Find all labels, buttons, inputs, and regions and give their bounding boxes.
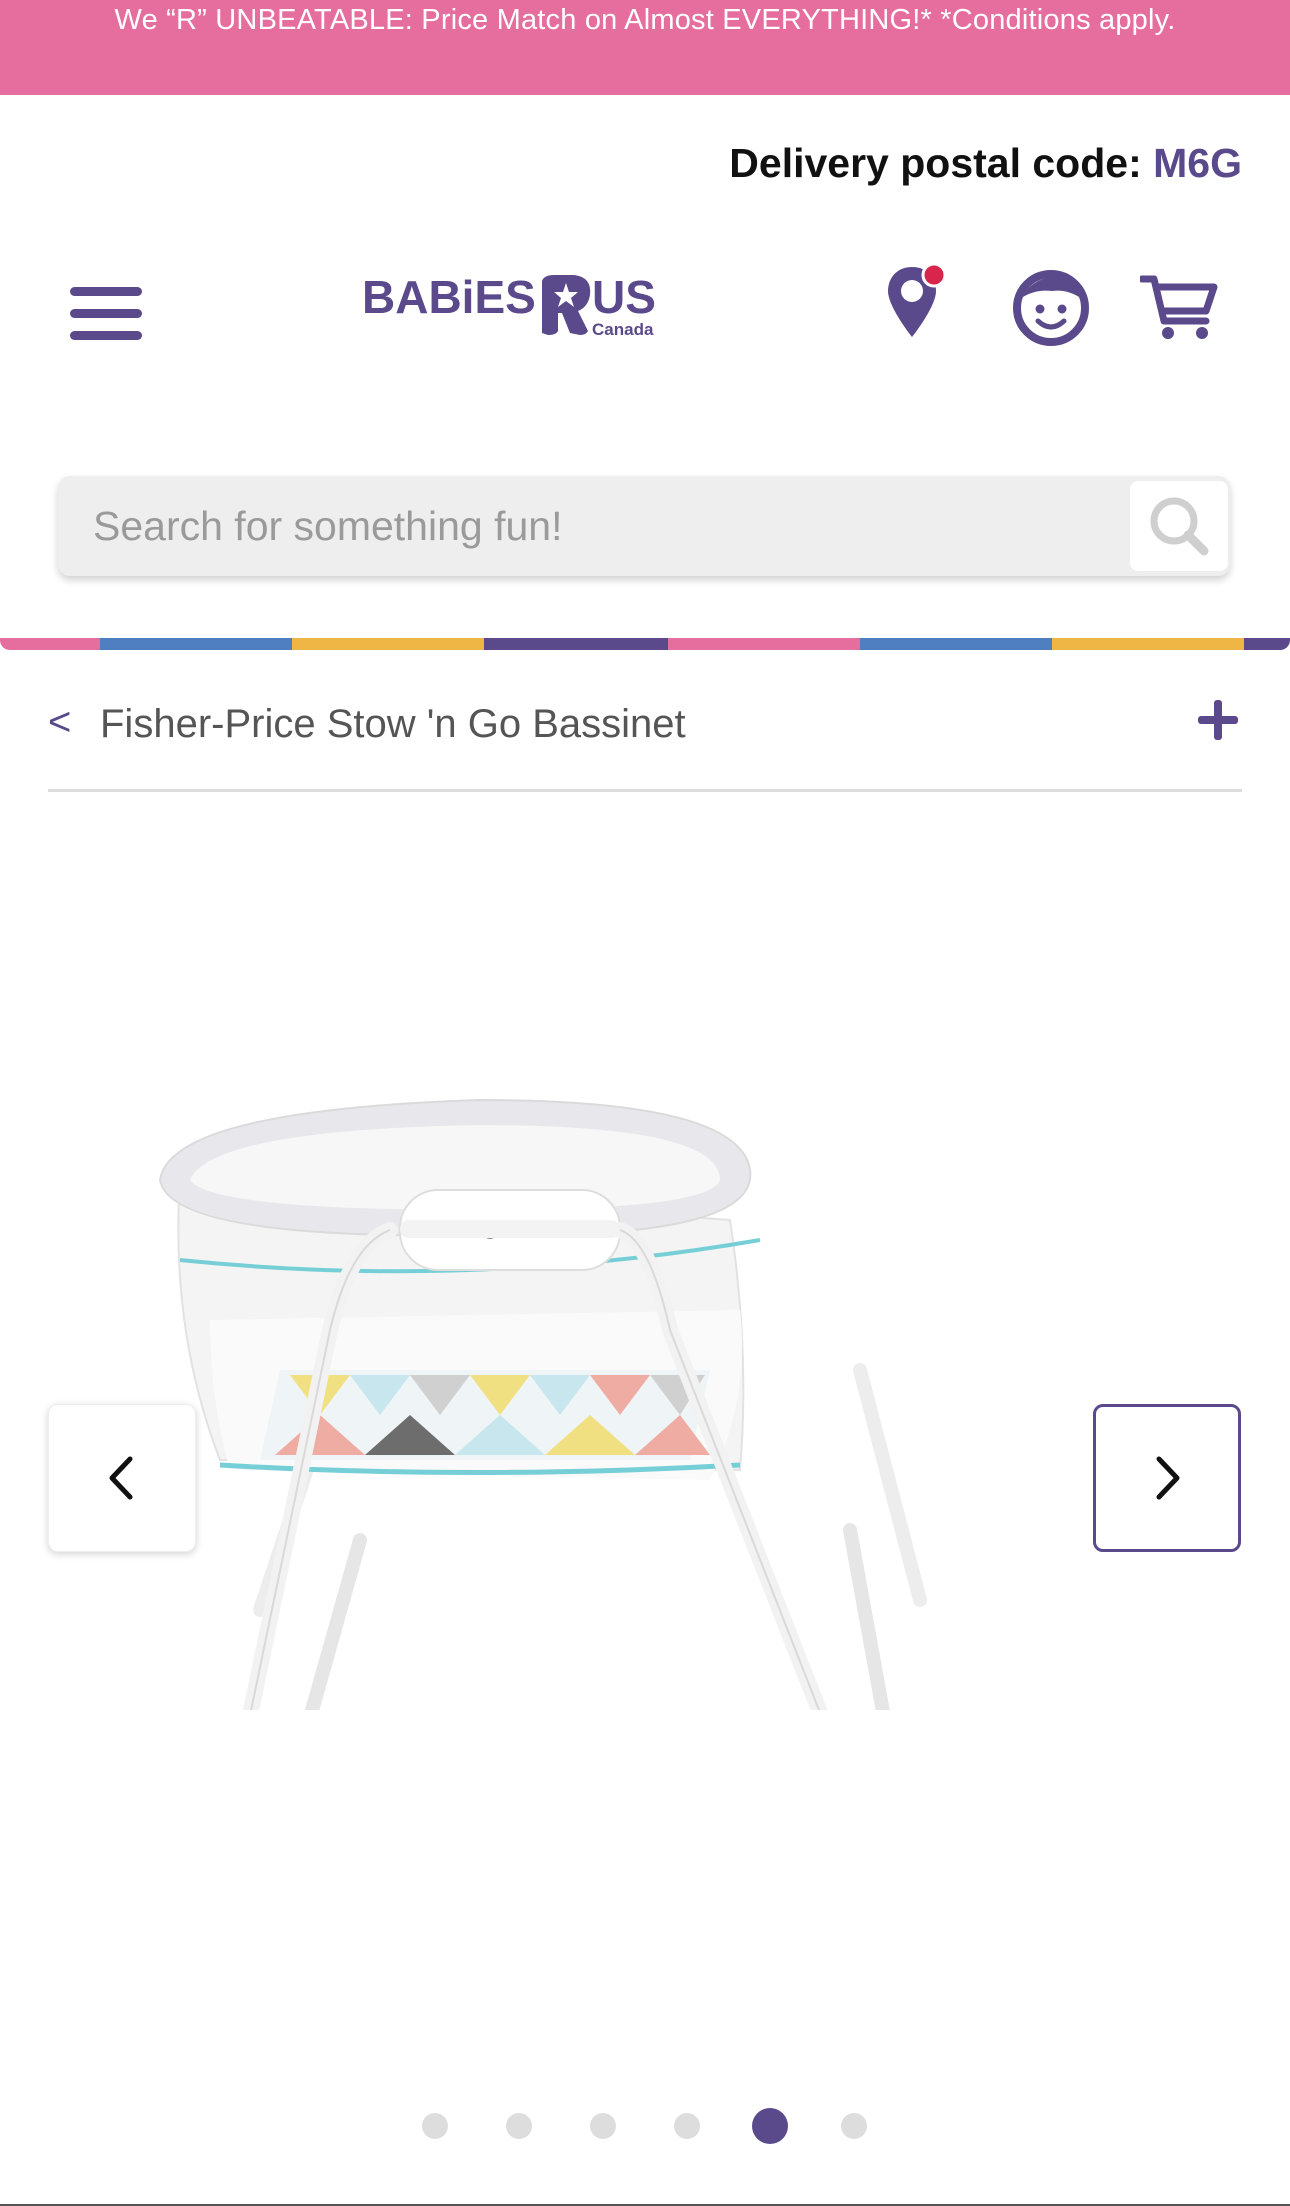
menu-button[interactable] — [70, 281, 146, 341]
stripe — [1244, 638, 1290, 650]
logo-text: BABiES — [362, 271, 536, 323]
search-bar — [58, 476, 1230, 576]
delivery-postal-code[interactable]: Delivery postal code: M6G — [729, 140, 1242, 187]
account-button[interactable] — [1012, 269, 1090, 347]
product-gallery — [0, 800, 1290, 2144]
next-image-button[interactable] — [1093, 1404, 1241, 1552]
product-title: Fisher-Price Stow 'n Go Bassinet — [100, 702, 686, 746]
decorative-color-bar — [0, 638, 1290, 650]
product-image-bassinet[interactable] — [150, 1070, 1050, 1710]
menu-icon-bar — [70, 309, 142, 318]
pagination-dot[interactable] — [422, 2113, 448, 2139]
logo-graphic: BABiES US Canada — [362, 271, 656, 339]
plus-icon — [1198, 700, 1238, 740]
chevron-right-icon — [1156, 1456, 1180, 1500]
logo-sub: Canada — [592, 320, 654, 339]
search-input[interactable] — [58, 476, 1118, 576]
map-pin-icon — [888, 262, 947, 337]
babies-r-us-logo[interactable]: BABiES US Canada — [360, 263, 660, 363]
promo-banner[interactable]: We “R” UNBEATABLE: Price Match on Almost… — [0, 0, 1290, 95]
stripe — [100, 638, 292, 650]
pagination-dot[interactable] — [590, 2113, 616, 2139]
cart-button[interactable] — [1138, 273, 1220, 343]
pagination-dot[interactable] — [841, 2113, 867, 2139]
search-icon — [1150, 497, 1209, 556]
gallery-pagination — [0, 2108, 1290, 2148]
stripe — [0, 638, 100, 650]
account-face-icon — [1013, 270, 1089, 346]
pagination-dot[interactable] — [674, 2113, 700, 2139]
stripe — [1052, 638, 1244, 650]
back-link[interactable]: < — [48, 700, 71, 745]
product-breadcrumb: < Fisher-Price Stow 'n Go Bassinet — [48, 680, 1242, 792]
stripe — [292, 638, 484, 650]
site-header: BABiES US Canada — [0, 255, 1290, 375]
menu-icon — [70, 287, 142, 296]
promo-text: We “R” UNBEATABLE: Price Match on Almost… — [114, 4, 1176, 36]
store-locator-button[interactable] — [886, 261, 947, 351]
expand-button[interactable] — [1194, 696, 1242, 744]
logo-us: US — [592, 271, 656, 323]
stripe — [484, 638, 668, 650]
stripe — [860, 638, 1052, 650]
delivery-label: Delivery postal code: — [729, 140, 1142, 186]
pagination-dot[interactable] — [506, 2113, 532, 2139]
pagination-dot-active[interactable] — [752, 2108, 788, 2144]
previous-image-button[interactable] — [48, 1404, 196, 1552]
postal-code-value[interactable]: M6G — [1153, 140, 1242, 186]
cart-icon — [1138, 275, 1218, 339]
notification-dot — [921, 262, 947, 288]
stripe — [668, 638, 860, 650]
menu-icon-bar — [70, 331, 142, 340]
search-button[interactable] — [1130, 481, 1228, 571]
chevron-left-icon — [109, 1456, 133, 1500]
